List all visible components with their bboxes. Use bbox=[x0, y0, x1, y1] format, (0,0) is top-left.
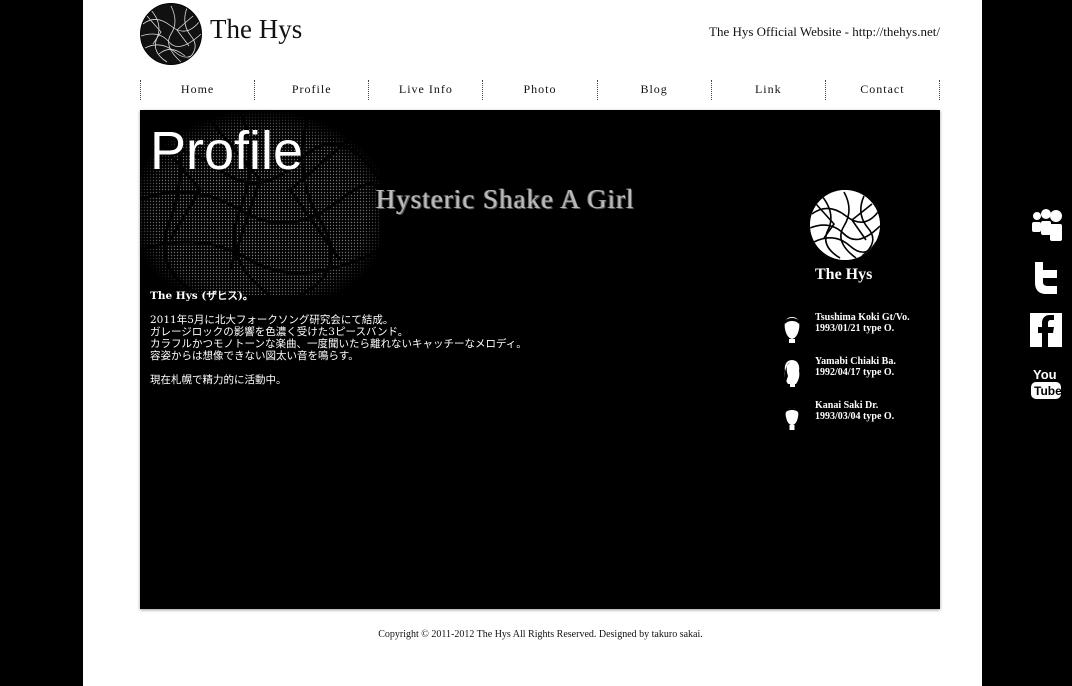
nav-item-profile[interactable]: Profile bbox=[254, 80, 368, 100]
nav-item-link[interactable]: Link bbox=[710, 80, 825, 100]
intro-line: 2011年5月に北大フォークソング研究会にて結成。 bbox=[150, 314, 394, 326]
band-subtitle: Hysteric Shake A Girl bbox=[376, 184, 635, 214]
twitter-icon[interactable] bbox=[1029, 260, 1063, 296]
member-name-role: Kanai Saki Dr. bbox=[815, 400, 879, 411]
myspace-icon[interactable] bbox=[1029, 207, 1063, 243]
member-name-role: Yamabi Chiaki Ba. bbox=[815, 356, 896, 367]
site-logo[interactable] bbox=[140, 3, 202, 65]
nav-item-photo[interactable]: Photo bbox=[482, 80, 596, 100]
page-container: The Hys The Hys Official Website - http:… bbox=[83, 0, 982, 686]
intro-line: カラフルかつモノトーンな楽曲、一度聞いたら離れないキャッチーなメロディ。 bbox=[150, 338, 527, 350]
intro-name-line: The Hys (ザヒス)。 bbox=[150, 290, 254, 302]
member-birth: 1993/03/04 type O. bbox=[815, 411, 895, 422]
member-portrait-icon bbox=[785, 408, 799, 430]
member-item: Tsushima Koki Gt/Vo. 1993/01/21 type O. bbox=[780, 312, 940, 346]
intro-line: 現在札幌で精力的に活動中。 bbox=[150, 374, 287, 386]
intro-line: 容姿からは想像できない図太い音を鳴らす。 bbox=[150, 350, 359, 362]
band-name: The Hys bbox=[815, 266, 873, 283]
nav-item-blog[interactable]: Blog bbox=[596, 80, 711, 100]
profile-panel: Profile Hysteric Shake A Girl The Hys (ザ… bbox=[140, 110, 940, 609]
youtube-label-top: You bbox=[1033, 367, 1057, 382]
member-portrait-icon bbox=[784, 317, 800, 343]
intro-line: ガレージロックの影響を色濃く受けた3ピースバンド。 bbox=[150, 326, 409, 338]
band-logo bbox=[810, 190, 880, 260]
member-item: Kanai Saki Dr. 1993/03/04 type O. bbox=[780, 400, 940, 434]
site-tagline: The Hys Official Website - http://thehys… bbox=[709, 24, 940, 39]
nav-item-contact[interactable]: Contact bbox=[824, 80, 940, 100]
member-birth: 1993/01/21 type O. bbox=[815, 323, 895, 334]
youtube-icon[interactable]: You Tube bbox=[1029, 365, 1063, 401]
page-heading: Profile bbox=[150, 121, 304, 181]
logo-texture-icon bbox=[141, 4, 201, 64]
main-nav: Home Profile Live Info Photo Blog Link C… bbox=[140, 80, 940, 100]
youtube-label-bottom: Tube bbox=[1034, 384, 1062, 398]
nav-item-live-info[interactable]: Live Info bbox=[368, 80, 482, 100]
member-portrait-icon bbox=[784, 360, 800, 387]
band-logo-icon bbox=[810, 190, 880, 260]
member-birth: 1992/04/17 type O. bbox=[815, 367, 895, 378]
footer-copyright: Copyright © 2011-2012 The Hys All Rights… bbox=[378, 629, 703, 640]
facebook-icon[interactable] bbox=[1029, 312, 1063, 348]
member-item: Yamabi Chiaki Ba. 1992/04/17 type O. bbox=[780, 356, 940, 390]
member-name-role: Tsushima Koki Gt/Vo. bbox=[815, 312, 910, 323]
profile-intro: The Hys (ザヒス)。 2011年5月に北大フォークソング研究会にて結成。… bbox=[150, 290, 710, 386]
site-title[interactable]: The Hys bbox=[210, 14, 302, 45]
nav-item-home[interactable]: Home bbox=[140, 80, 254, 100]
